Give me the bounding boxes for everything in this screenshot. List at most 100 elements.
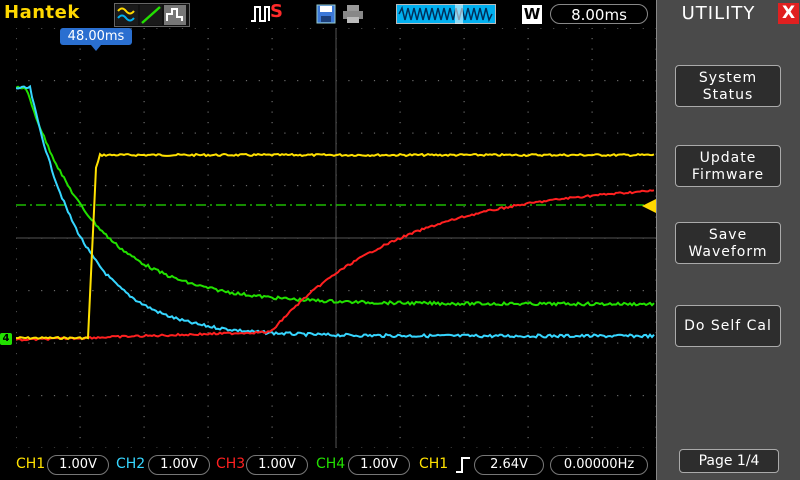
graticule: [16, 28, 656, 448]
grid-dot: [156, 132, 158, 134]
grid-dot: [527, 311, 529, 313]
grid-dot: [399, 311, 401, 313]
grid-dot: [271, 143, 273, 145]
save-waveform-button[interactable]: Save Waveform: [675, 222, 781, 264]
grid-dot: [105, 395, 107, 397]
grid-dot: [28, 447, 30, 448]
grid-dot: [604, 185, 606, 187]
grid-dot: [271, 132, 273, 134]
grid-dot: [591, 174, 593, 176]
grid-dot: [399, 195, 401, 197]
grid-dot: [399, 185, 401, 187]
grid-dot: [66, 342, 68, 344]
printer-icon[interactable]: [342, 4, 364, 24]
ch3-scale[interactable]: 1.00V: [246, 455, 308, 475]
grid-dot: [271, 206, 273, 208]
grid-dot: [220, 185, 222, 187]
grid-dot: [16, 248, 17, 250]
grid-dot: [233, 132, 235, 134]
average-mode-icon[interactable]: [164, 5, 186, 25]
grid-dot: [386, 342, 388, 344]
grid-dot: [527, 59, 529, 61]
grid-dot: [604, 28, 606, 29]
peak-detect-icon[interactable]: [140, 5, 162, 25]
grid-dot: [271, 164, 273, 166]
grid-dot: [16, 374, 17, 376]
grid-dot: [79, 59, 81, 61]
grid-dot: [207, 363, 209, 365]
ch3-label: CH3: [216, 456, 246, 472]
memory-window-marker[interactable]: [455, 4, 463, 24]
grid-dot: [565, 342, 568, 344]
grid-dot: [79, 216, 81, 218]
grid-dot: [540, 447, 542, 448]
ch4-scale[interactable]: 1.00V: [348, 455, 410, 475]
grid-dot: [79, 48, 81, 50]
timebase-value[interactable]: 8.00ms: [550, 4, 648, 24]
grid-dot: [16, 405, 17, 407]
timebase-mode-badge[interactable]: W: [522, 5, 542, 24]
update-firmware-button[interactable]: Update Firmware: [675, 145, 781, 187]
grid-dot: [16, 143, 17, 145]
grid-dot: [41, 290, 43, 292]
rising-edge-icon[interactable]: [455, 456, 471, 474]
grid-dot: [271, 384, 273, 386]
grid-dot: [578, 28, 580, 29]
grid-dot: [553, 28, 555, 29]
grid-dot: [207, 69, 209, 71]
trigger-level-marker[interactable]: [642, 199, 656, 213]
grid-dot: [309, 80, 312, 82]
grid-dot: [527, 321, 529, 323]
page-indicator-button[interactable]: Page 1/4: [679, 449, 779, 473]
grid-dot: [527, 384, 529, 386]
grid-dot: [245, 290, 248, 292]
ch3-trace: [16, 189, 655, 342]
grid-dot: [527, 174, 529, 176]
grid-dot: [207, 395, 209, 397]
waveform-display[interactable]: [16, 28, 656, 448]
grid-dot: [514, 447, 516, 448]
do-self-cal-button[interactable]: Do Self Cal: [675, 305, 781, 347]
grid-dot: [450, 28, 452, 29]
system-status-button[interactable]: System Status: [675, 65, 781, 107]
ch1-scale[interactable]: 1.00V: [47, 455, 109, 475]
normal-sample-icon[interactable]: [116, 5, 138, 25]
close-icon[interactable]: X: [778, 3, 799, 24]
grid-dot: [16, 342, 17, 344]
run-stop-status[interactable]: S: [270, 1, 283, 22]
grid-dot: [399, 216, 401, 218]
memory-position-bar[interactable]: [396, 4, 496, 24]
acquisition-mode-selector[interactable]: [114, 3, 190, 27]
grid-dot: [399, 363, 401, 365]
grid-dot: [207, 174, 209, 176]
ch4-ground-marker[interactable]: 4: [0, 333, 12, 345]
grid-dot: [514, 80, 516, 82]
grid-dot: [540, 80, 542, 82]
grid-dot: [489, 80, 491, 82]
grid-dot: [527, 28, 529, 29]
save-disk-icon[interactable]: [316, 4, 336, 24]
grid-dot: [79, 185, 81, 187]
grid-dot: [271, 416, 273, 418]
grid-dot: [297, 28, 299, 29]
trigger-position-label[interactable]: 48.00ms: [60, 28, 132, 45]
grid-dot: [207, 426, 209, 428]
grid-dot: [16, 216, 17, 218]
grid-dot: [527, 426, 529, 428]
grid-dot: [514, 28, 516, 29]
grid-dot: [450, 342, 452, 344]
grid-dot: [117, 447, 120, 448]
grid-dot: [271, 290, 273, 292]
grid-dot: [591, 405, 593, 407]
grid-dot: [463, 80, 465, 82]
ch2-scale[interactable]: 1.00V: [148, 455, 210, 475]
grid-dot: [540, 28, 542, 29]
grid-dot: [425, 132, 427, 134]
trigger-level-value[interactable]: 2.64V: [474, 455, 544, 475]
grid-dot: [194, 395, 196, 397]
grid-dot: [28, 185, 30, 187]
grid-dot: [207, 258, 209, 260]
grid-dot: [309, 132, 312, 134]
grid-dot: [425, 342, 427, 344]
grid-dot: [271, 174, 273, 176]
